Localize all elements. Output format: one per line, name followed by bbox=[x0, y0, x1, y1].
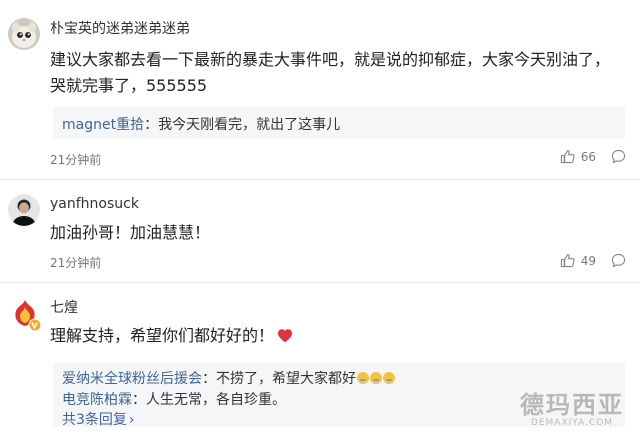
crying-face-emoji bbox=[357, 372, 369, 384]
reply-separator: ： bbox=[202, 371, 216, 387]
comment-item: yanfhnosuck 加油孙哥！加油慧慧！ 21分钟前 49 bbox=[0, 180, 640, 283]
comment-text: 理解支持，希望你们都好好的！ bbox=[50, 323, 620, 351]
more-replies-label: 共3条回复 bbox=[62, 412, 127, 428]
reply-username[interactable]: 电竞陈柏霖 bbox=[62, 392, 132, 408]
avatar[interactable] bbox=[8, 194, 40, 226]
thumbs-up-icon bbox=[560, 253, 575, 268]
timestamp: 21分钟前 bbox=[50, 256, 102, 270]
red-heart-emoji bbox=[277, 325, 293, 351]
chevron-right-icon: › bbox=[128, 412, 135, 428]
watermark-logo: 德玛西亚 bbox=[520, 390, 624, 419]
timestamp: 21分钟前 bbox=[50, 153, 102, 167]
username[interactable]: yanfhnosuck bbox=[50, 196, 139, 212]
reply-item: 爱纳米全球粉丝后援会：不捞了，希望大家都好 bbox=[62, 368, 395, 388]
crying-face-emoji bbox=[370, 372, 382, 384]
reply-item: magnet重拾：我今天刚看完，就出了这事儿 bbox=[62, 114, 340, 134]
reply-button[interactable] bbox=[611, 253, 626, 268]
username[interactable]: 朴宝英的迷弟迷弟迷弟 bbox=[50, 18, 190, 38]
more-replies-link[interactable]: 共3条回复 › bbox=[62, 409, 135, 429]
thumbs-up-icon bbox=[560, 149, 575, 164]
reply-separator: ： bbox=[144, 117, 159, 133]
reply-separator: ： bbox=[132, 392, 146, 408]
like-count: 66 bbox=[580, 149, 596, 164]
comment-text: 加油孙哥！加油慧慧！ bbox=[50, 223, 211, 242]
crying-face-emoji bbox=[383, 372, 395, 384]
like-button[interactable]: 66 bbox=[560, 149, 596, 164]
reply-text: 我今天刚看完，就出了这事儿 bbox=[158, 117, 341, 133]
reply-text: 人生无常，各自珍重。 bbox=[146, 392, 286, 408]
comment-text: 建议大家都去看一下最新的暴走大事件吧，就是说的抑郁症，大家今天别油了，哭就完事了… bbox=[50, 50, 611, 95]
reply-box: magnet重拾：我今天刚看完，就出了这事儿 bbox=[53, 107, 625, 139]
like-count: 49 bbox=[580, 253, 596, 268]
username[interactable]: 七煌 bbox=[50, 297, 78, 317]
avatar[interactable] bbox=[8, 18, 40, 50]
avatar[interactable] bbox=[8, 298, 42, 332]
watermark-url: DEMAXIYA.COM bbox=[530, 418, 614, 428]
comment-bubble-icon bbox=[611, 253, 626, 268]
comment-text-content: 理解支持，希望你们都好好的！ bbox=[50, 326, 275, 345]
like-button[interactable]: 49 bbox=[560, 253, 596, 268]
comment-item: 朴宝英的迷弟迷弟迷弟 建议大家都去看一下最新的暴走大事件吧，就是说的抑郁症，大家… bbox=[0, 0, 640, 180]
comment-bubble-icon bbox=[611, 149, 626, 164]
watermark: 德玛西亚 DEMAXIYA.COM bbox=[520, 390, 624, 429]
reply-username[interactable]: magnet重拾 bbox=[62, 117, 144, 133]
reply-text: 不捞了，希望大家都好 bbox=[216, 371, 356, 387]
reply-button[interactable] bbox=[611, 149, 626, 164]
reply-username[interactable]: 爱纳米全球粉丝后援会 bbox=[62, 371, 202, 387]
reply-item: 电竞陈柏霖：人生无常，各自珍重。 bbox=[62, 389, 286, 409]
